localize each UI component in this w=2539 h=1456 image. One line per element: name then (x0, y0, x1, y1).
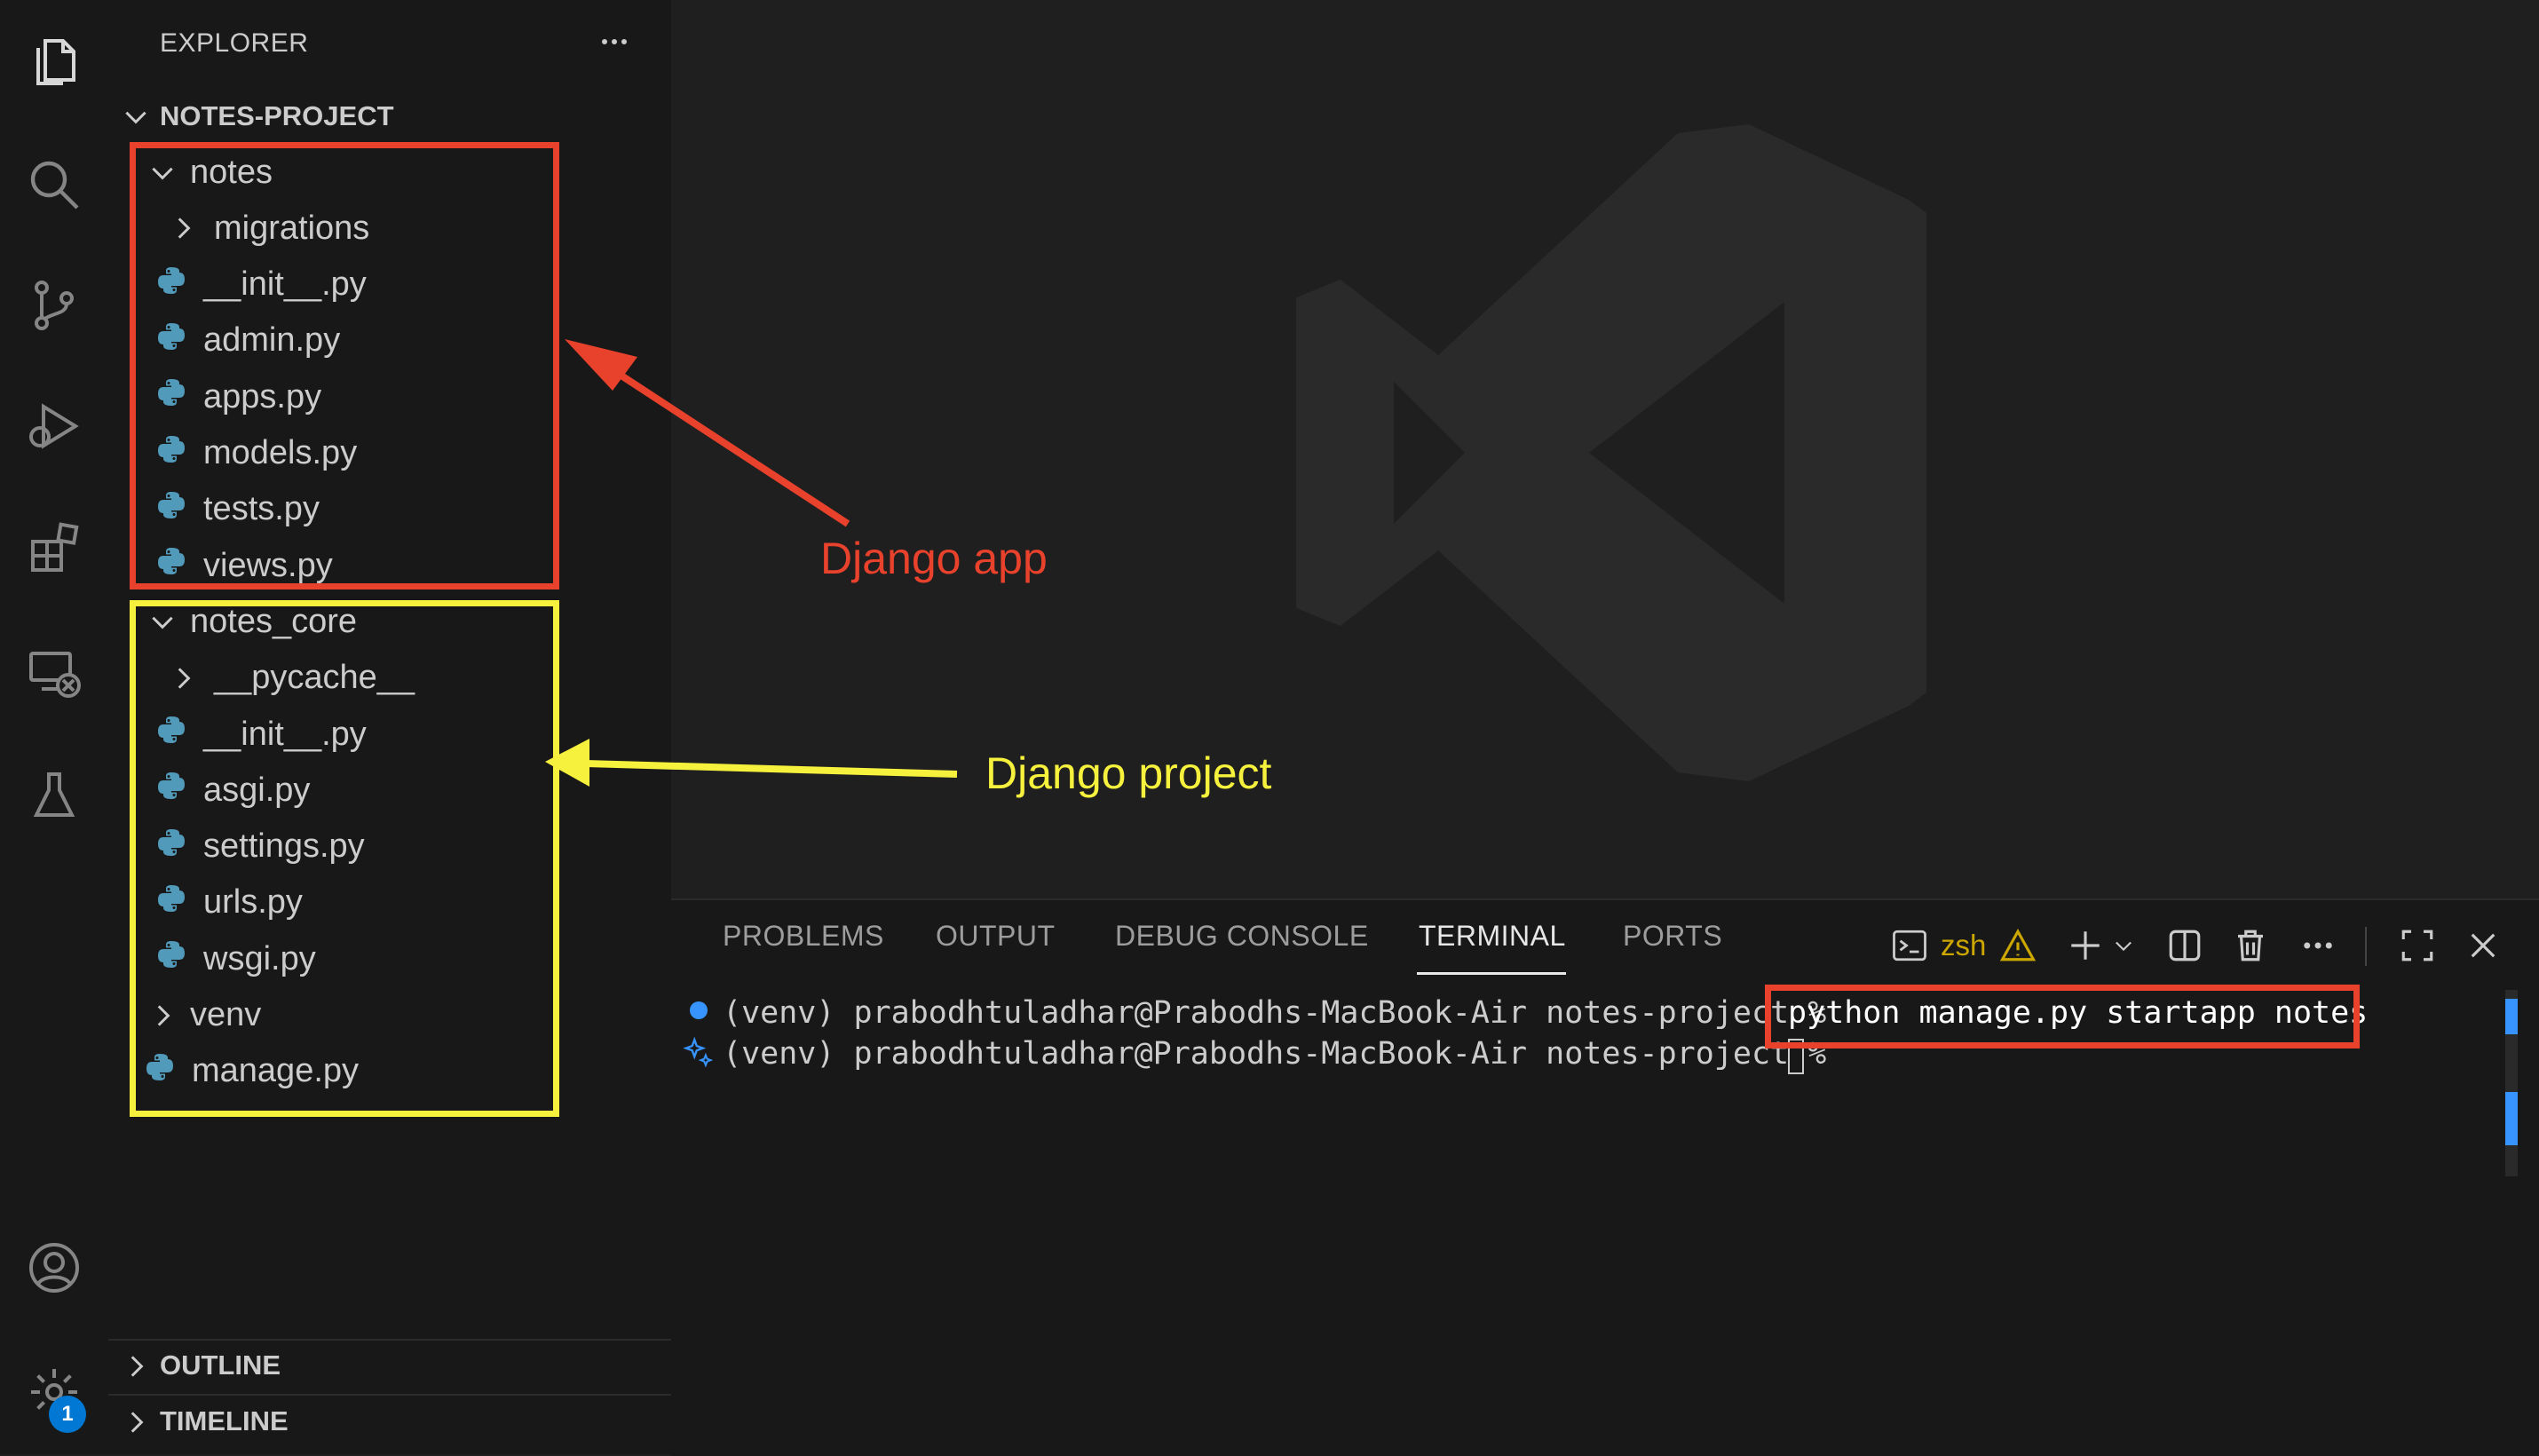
vscode-logo-watermark (1296, 124, 1926, 781)
django-project-label: Django project (985, 748, 1272, 798)
remote-explorer-icon[interactable] (12, 630, 97, 716)
search-icon[interactable] (12, 142, 97, 227)
warning-icon[interactable] (1996, 923, 2040, 968)
chevron-right-icon[interactable] (121, 1351, 151, 1381)
chevron-down-icon[interactable] (121, 101, 151, 131)
activity-bar: 1 (0, 0, 108, 1454)
more-icon[interactable] (2296, 923, 2340, 968)
active-tab-indicator (1417, 972, 1566, 975)
account-icon[interactable] (12, 1225, 97, 1310)
tab-ports[interactable]: PORTS (1623, 920, 1722, 953)
tab-debug-console[interactable]: DEBUG CONSOLE (1115, 920, 1369, 953)
django-app-highlight (130, 142, 559, 590)
chevron-right-icon[interactable] (121, 1407, 151, 1437)
tab-output[interactable]: OUTPUT (936, 920, 1056, 953)
source-control-icon[interactable] (12, 263, 97, 348)
outline-section[interactable]: OUTLINE (160, 1349, 281, 1381)
timeline-section[interactable]: TIMELINE (160, 1405, 289, 1437)
outline-divider (108, 1339, 671, 1341)
explorer-icon[interactable] (12, 16, 97, 101)
close-icon[interactable] (2461, 923, 2505, 968)
explorer-title: EXPLORER (160, 28, 309, 58)
scrollbar-marker (2505, 1092, 2518, 1145)
settings-badge: 1 (49, 1396, 86, 1433)
django-app-label: Django app (820, 534, 1048, 583)
scrollbar-marker (2505, 999, 2518, 1034)
timeline-divider (108, 1394, 671, 1396)
chevron-down-icon[interactable] (2106, 923, 2141, 968)
terminal-prompt-2: (venv) prabodhtuladhar@Prabodhs-MacBook-… (723, 1036, 1827, 1072)
terminal-icon[interactable] (1887, 923, 1932, 968)
testing-icon[interactable] (12, 753, 97, 838)
bottom-panel (671, 898, 2539, 1456)
toolbar-separator (2365, 927, 2367, 966)
trash-icon[interactable] (2228, 923, 2273, 968)
command-success-dot (690, 1001, 708, 1019)
django-project-highlight (130, 600, 559, 1117)
command-highlight (1765, 985, 2360, 1048)
project-title[interactable]: NOTES-PROJECT (160, 100, 394, 132)
extensions-icon[interactable] (12, 506, 97, 591)
terminal-prompt-1: (venv) prabodhtuladhar@Prabodhs-MacBook-… (723, 995, 1827, 1031)
run-debug-icon[interactable] (12, 384, 97, 469)
maximize-icon[interactable] (2395, 923, 2440, 968)
add-icon[interactable] (2063, 923, 2108, 968)
tab-terminal[interactable]: TERMINAL (1419, 920, 1566, 953)
shell-name[interactable]: zsh (1941, 929, 1986, 962)
more-actions-icon[interactable] (592, 23, 637, 60)
split-icon[interactable] (2163, 923, 2207, 968)
tab-problems[interactable]: PROBLEMS (723, 920, 884, 953)
sparkle-icon[interactable] (682, 1037, 716, 1071)
